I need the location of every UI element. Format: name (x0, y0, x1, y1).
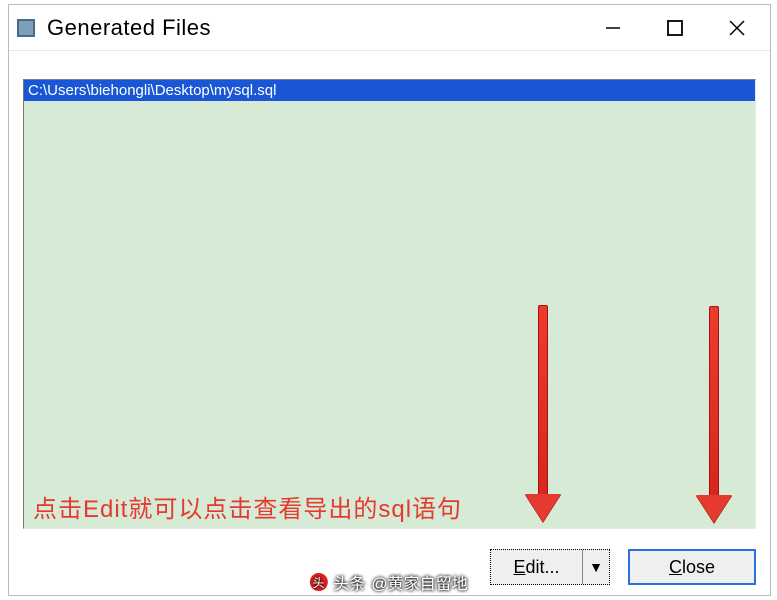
close-label-rest: lose (682, 557, 715, 577)
close-mnemonic: C (669, 557, 682, 577)
titlebar[interactable]: Generated Files (9, 5, 770, 51)
edit-mnemonic: E (513, 557, 525, 577)
list-item[interactable]: C:\Users\biehongli\Desktop\mysql.sql (24, 80, 755, 101)
edit-button[interactable]: Edit... (491, 550, 583, 584)
close-icon (728, 19, 746, 37)
watermark-handle: @黄家自留地 (371, 570, 467, 594)
edit-label-rest: dit... (526, 557, 560, 577)
close-window-button[interactable] (706, 5, 768, 50)
close-button[interactable]: Close (628, 549, 756, 585)
client-area: C:\Users\biehongli\Desktop\mysql.sql 点击E… (9, 51, 770, 595)
chevron-down-icon: ▼ (589, 559, 603, 575)
edit-dropdown-button[interactable]: ▼ (583, 550, 609, 584)
button-row: Edit... ▼ Close (490, 549, 756, 585)
annotation-text: 点击Edit就可以点击查看导出的sql语句 (33, 489, 462, 524)
edit-split-button: Edit... ▼ (490, 549, 610, 585)
app-icon (17, 19, 35, 37)
window-title: Generated Files (47, 15, 582, 41)
file-listbox[interactable]: C:\Users\biehongli\Desktop\mysql.sql (23, 79, 756, 529)
maximize-icon (667, 20, 683, 36)
minimize-icon (604, 19, 622, 37)
watermark: 头 头条 @黄家自留地 (309, 570, 467, 594)
watermark-prefix: 头条 (333, 570, 365, 594)
watermark-logo-icon: 头 (309, 573, 327, 591)
window-frame: Generated Files C:\Users\biehongli\Deskt… (8, 4, 771, 596)
maximize-button[interactable] (644, 5, 706, 50)
window-controls (582, 5, 768, 50)
minimize-button[interactable] (582, 5, 644, 50)
